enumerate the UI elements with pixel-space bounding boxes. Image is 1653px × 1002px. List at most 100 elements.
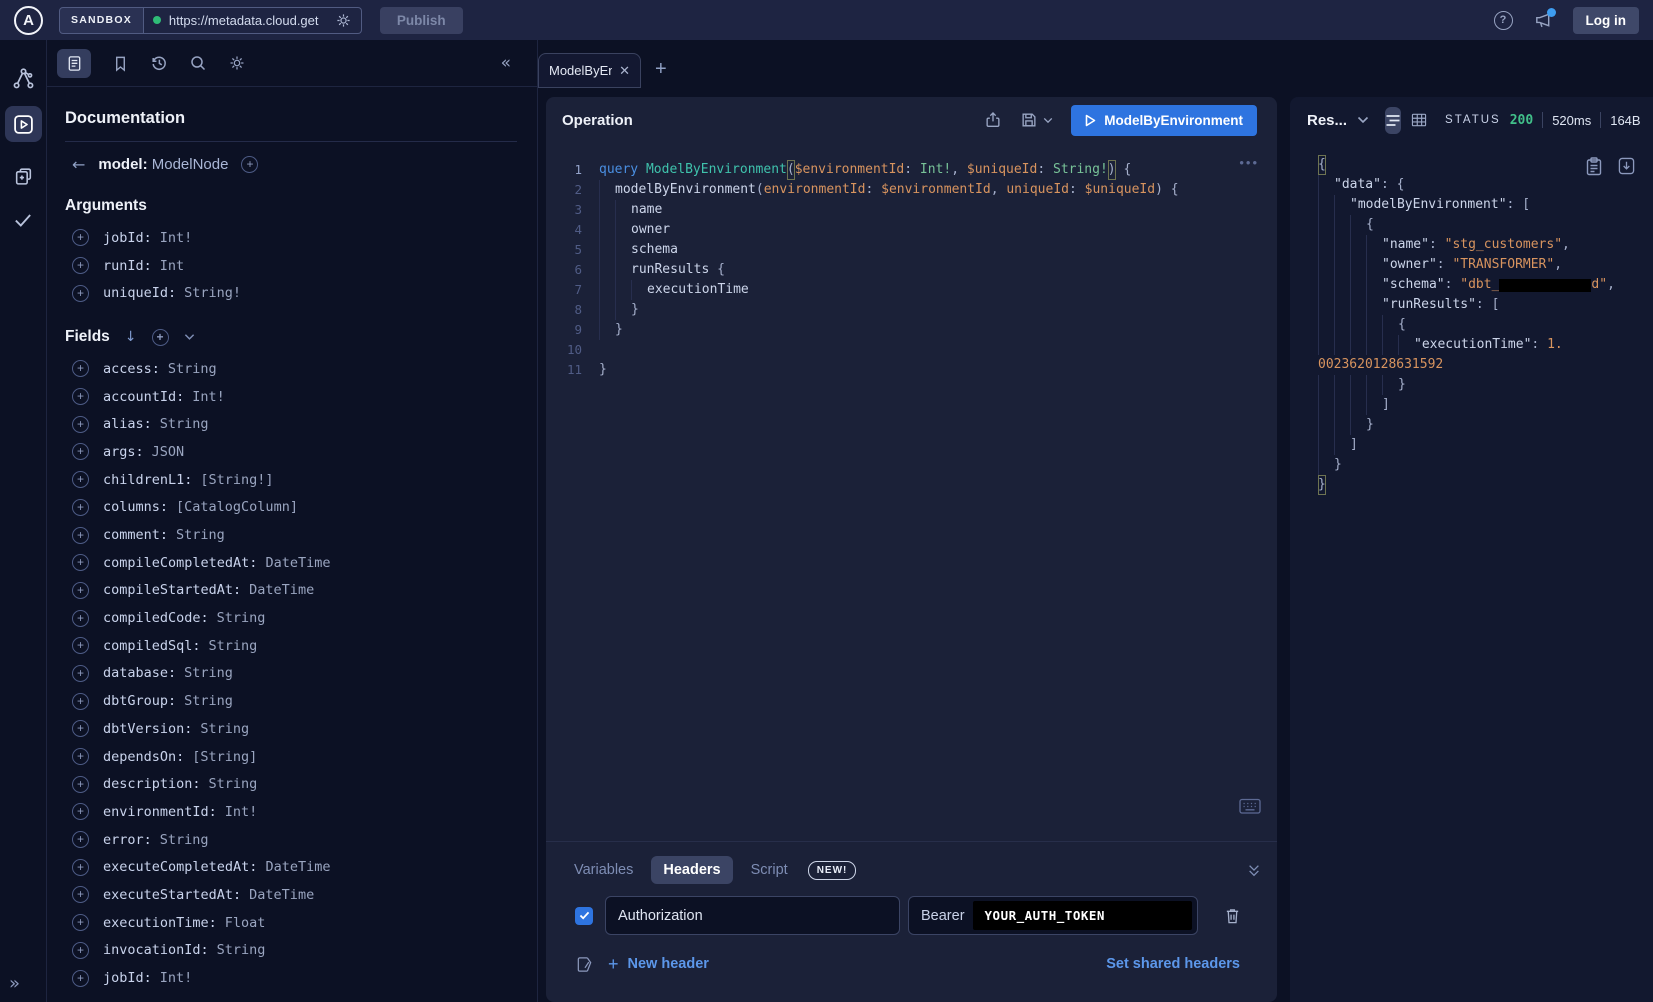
response-format-table-button[interactable] [1411,107,1427,134]
close-tab-icon[interactable]: ✕ [619,63,630,79]
field-type[interactable]: String [200,721,249,737]
add-field-icon[interactable]: + [72,886,89,903]
download-response-button[interactable] [1618,157,1635,176]
add-field-icon[interactable]: + [72,499,89,516]
field-type[interactable]: [String!] [200,472,273,488]
field-type[interactable]: DateTime [249,582,314,598]
save-operation-group[interactable] [1020,111,1053,129]
field-type[interactable]: DateTime [249,887,314,903]
field-type[interactable]: Float [225,915,266,931]
field-row[interactable]: +compiledSql:String [65,632,517,660]
field-type[interactable]: String [209,638,258,654]
add-field-icon[interactable]: + [72,637,89,654]
field-type[interactable]: [CatalogColumn] [176,499,298,515]
field-row[interactable]: +childrenL1:[String!] [65,466,517,494]
field-row[interactable]: +compiledCode:String [65,604,517,632]
field-row[interactable]: +jobId:Int! [65,964,517,992]
explorer-settings-button[interactable] [228,54,246,72]
add-field-icon[interactable]: + [72,257,89,274]
editor-overflow-menu[interactable]: ••• [1239,155,1259,170]
response-title[interactable]: Res... [1307,112,1347,129]
field-row[interactable]: +accountId:Int! [65,383,517,411]
add-field-icon[interactable]: + [72,582,89,599]
run-operation-button[interactable]: ModelByEnvironment [1071,105,1257,136]
add-field-icon[interactable]: + [72,610,89,627]
field-row[interactable]: +invocationId:String [65,937,517,965]
field-row[interactable]: +database:String [65,660,517,688]
add-field-icon[interactable]: + [72,803,89,820]
back-arrow-icon[interactable]: ← [72,155,85,174]
field-row[interactable]: +executeStartedAt:DateTime [65,881,517,909]
delete-header-button[interactable] [1224,907,1241,925]
add-field-icon[interactable]: + [72,527,89,544]
tab-headers[interactable]: Headers [651,856,732,884]
copy-response-button[interactable] [1586,157,1602,176]
new-header-button[interactable]: + New header [608,954,709,975]
field-type[interactable]: Int! [160,970,193,986]
add-field-icon[interactable]: + [72,970,89,987]
help-icon[interactable]: ? [1494,11,1513,30]
field-row[interactable]: +description:String [65,770,517,798]
collapse-panel-icon[interactable] [1247,864,1261,877]
header-value-input[interactable]: Bearer YOUR_AUTH_TOKEN [908,896,1198,935]
endpoint-url-input[interactable]: https://metadata.cloud.get [144,7,362,34]
tab-variables[interactable]: Variables [562,856,645,884]
sidebar-item-operations[interactable] [5,158,42,194]
environment-variables-icon[interactable] [575,955,594,974]
sidebar-item-checks[interactable] [5,202,42,238]
field-type[interactable]: String [217,610,266,626]
operation-editor[interactable]: ••• 1query ModelByEnvironment($environme… [546,143,1277,841]
breadcrumb-type[interactable]: ModelNode [152,156,229,173]
field-type[interactable]: [String] [192,749,257,765]
field-type[interactable]: String [160,832,209,848]
field-row[interactable]: +access:String [65,355,517,383]
field-row[interactable]: +executeCompletedAt:DateTime [65,853,517,881]
field-type[interactable]: Int [160,258,184,274]
field-type[interactable]: String [184,665,233,681]
bearer-token[interactable]: YOUR_AUTH_TOKEN [973,901,1192,930]
expand-rail-icon[interactable]: » [9,973,20,994]
new-tab-button[interactable]: + [655,58,667,81]
keyboard-shortcuts-icon[interactable] [1239,798,1261,815]
field-type[interactable]: DateTime [265,859,330,875]
fields-menu-chevron-icon[interactable] [184,333,195,341]
sidebar-item-explorer[interactable] [5,106,42,142]
announcements-icon[interactable] [1533,11,1553,30]
connection-settings-gear-icon[interactable] [335,12,352,29]
field-row[interactable]: +comment:String [65,521,517,549]
field-row[interactable]: +args:JSON [65,438,517,466]
field-row[interactable]: +error:String [65,826,517,854]
save-menu-chevron-icon[interactable] [1043,117,1053,124]
search-button[interactable] [189,54,207,72]
field-row[interactable]: +environmentId:Int! [65,798,517,826]
bookmarks-button[interactable] [112,55,129,72]
operation-tab[interactable]: ModelByEnvi... ✕ [538,53,641,88]
add-field-icon[interactable]: + [72,388,89,405]
add-field-icon[interactable]: + [72,831,89,848]
add-field-icon[interactable]: + [72,471,89,488]
add-field-icon[interactable]: + [72,720,89,737]
add-field-icon[interactable]: + [72,554,89,571]
field-row[interactable]: +executionTime:Float [65,909,517,937]
add-field-icon[interactable]: + [72,416,89,433]
history-button[interactable] [150,54,168,72]
field-row[interactable]: +dependsOn:[String] [65,743,517,771]
field-type[interactable]: String [209,776,258,792]
field-row[interactable]: +dbtGroup:String [65,687,517,715]
field-type[interactable]: String! [184,285,241,301]
field-type[interactable]: JSON [152,444,185,460]
field-type[interactable]: String [176,527,225,543]
share-operation-button[interactable] [984,111,1002,129]
add-field-icon[interactable]: + [72,776,89,793]
collapse-docs-icon[interactable]: « [501,53,511,73]
field-type[interactable]: Int! [192,389,225,405]
add-all-fields-button[interactable]: + [241,156,258,173]
sidebar-item-schema[interactable] [5,60,42,96]
field-type[interactable]: Int! [225,804,258,820]
add-field-icon[interactable]: + [72,693,89,710]
add-field-icon[interactable]: + [72,665,89,682]
add-field-icon[interactable]: + [72,443,89,460]
add-field-icon[interactable]: + [72,360,89,377]
login-button[interactable]: Log in [1573,7,1640,34]
field-type[interactable]: String [184,693,233,709]
